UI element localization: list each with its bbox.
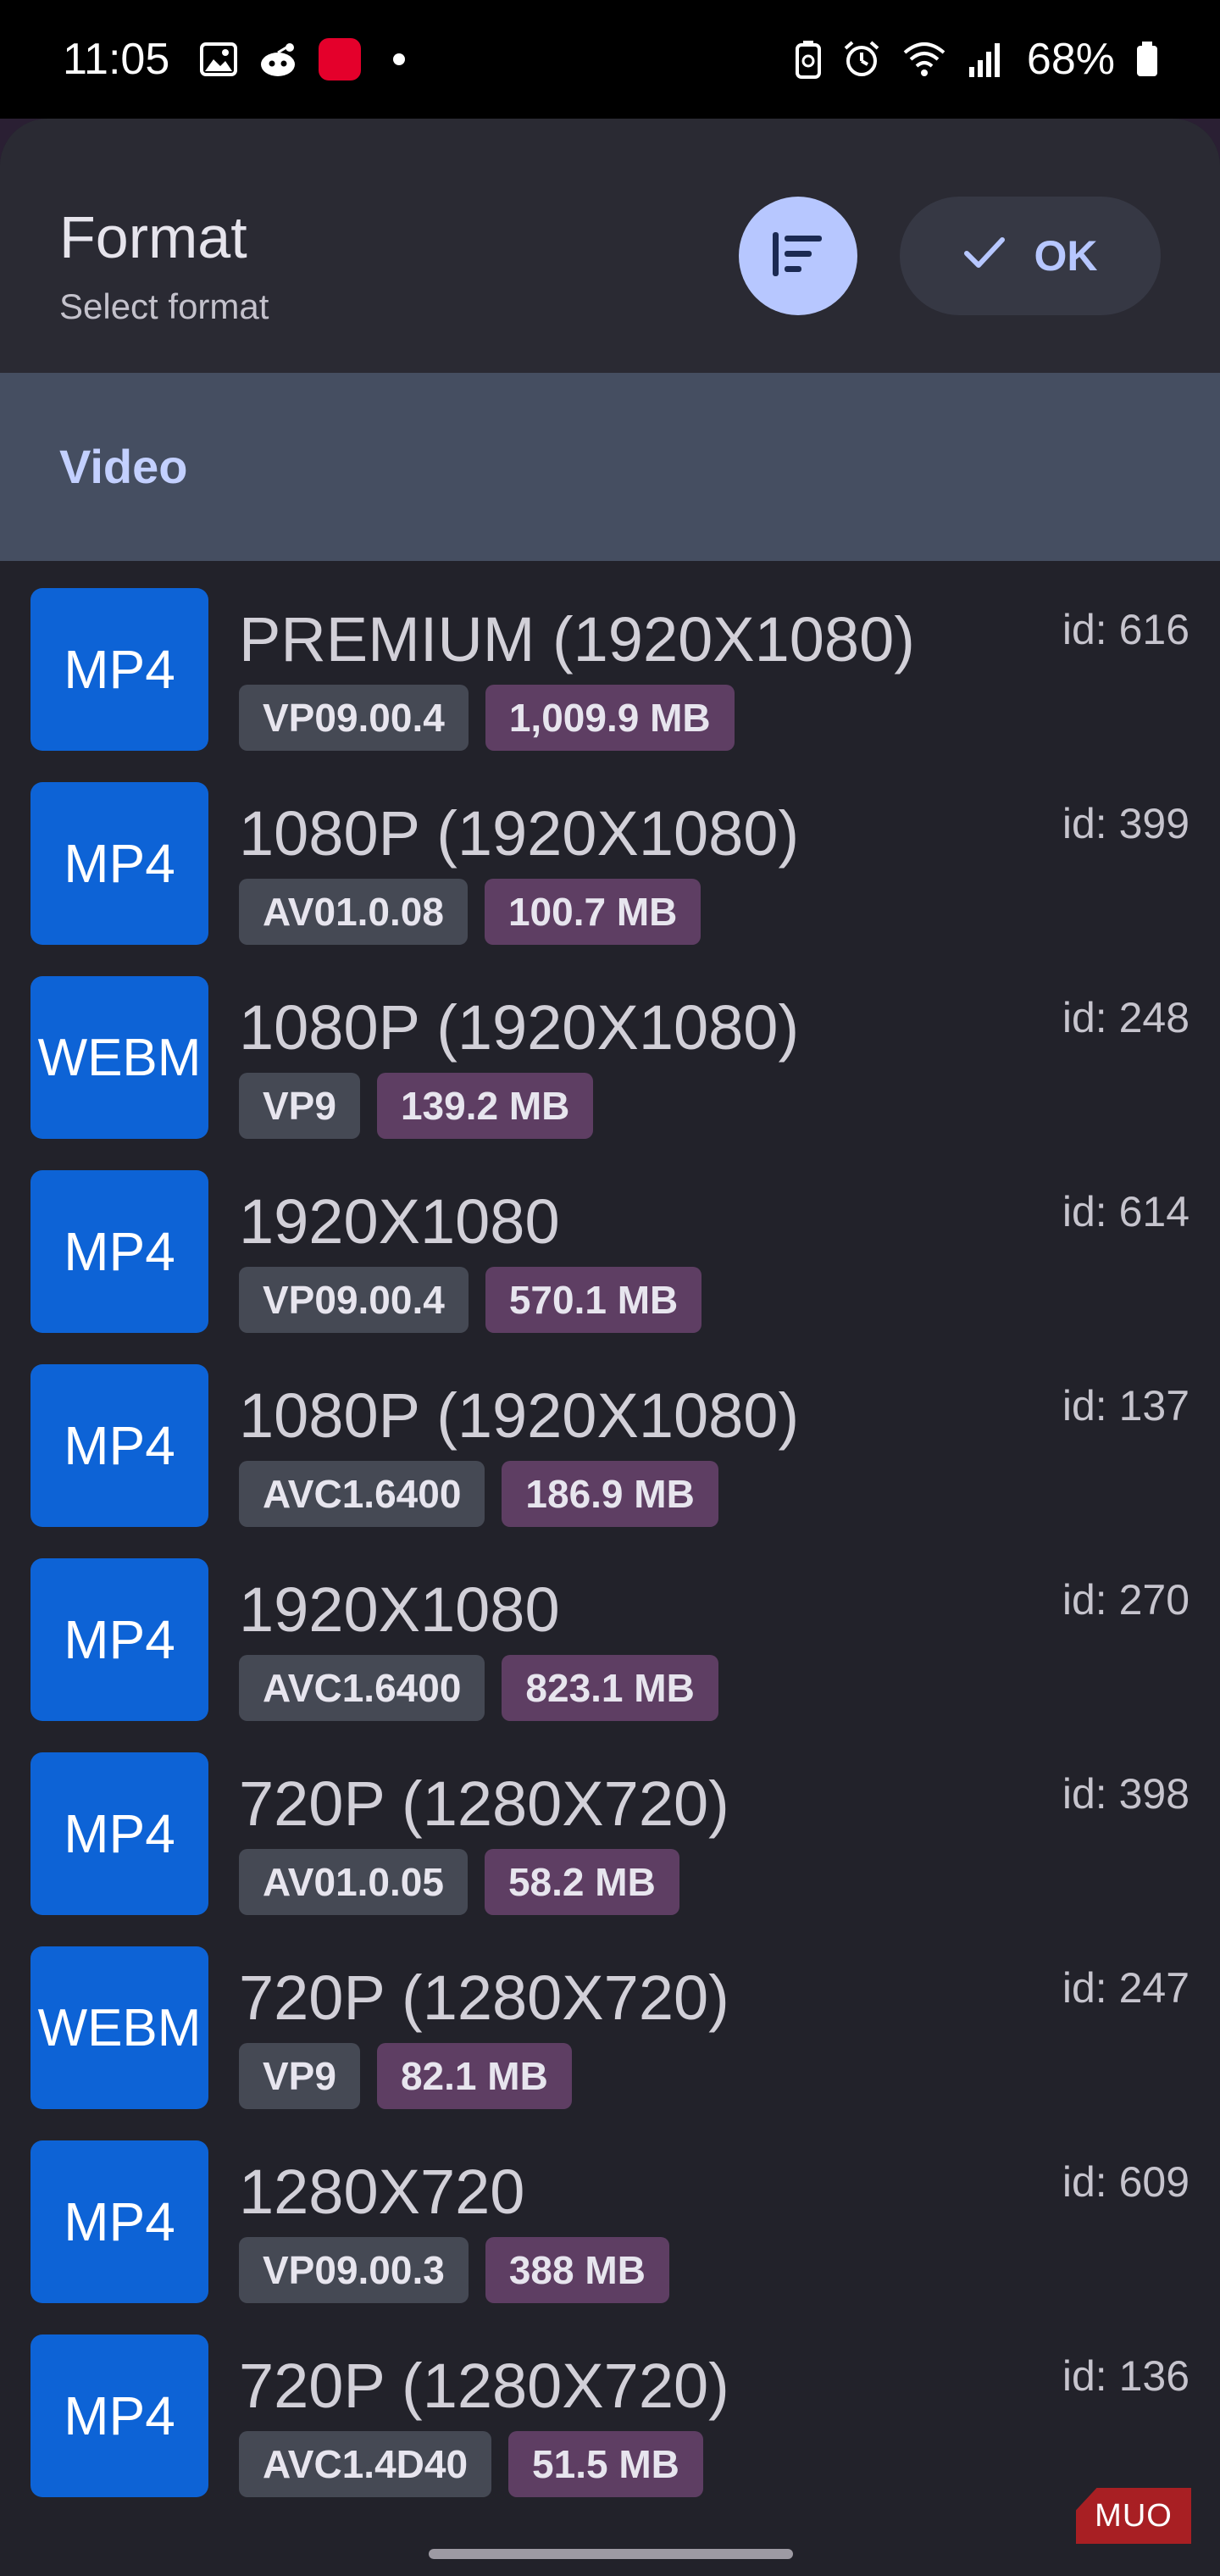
airtel-icon: [319, 38, 362, 80]
format-chips: VP9 82.1 MB: [239, 2043, 572, 2109]
format-row[interactable]: WEBM 720P (1280X720) VP9 82.1 MB id: 247: [0, 1919, 1220, 2113]
format-id: id: 247: [1062, 1964, 1190, 2012]
ok-label: OK: [1034, 232, 1098, 280]
format-chips: VP09.00.4 1,009.9 MB: [239, 685, 735, 751]
codec-chip: VP09.00.4: [239, 1267, 469, 1333]
home-indicator[interactable]: [429, 2549, 793, 2559]
format-row[interactable]: MP4 720P (1280X720) AV01.0.05 58.2 MB id: 39…: [0, 1725, 1220, 1919]
codec-chip: AVC1.6400: [239, 1461, 485, 1527]
sheet-header: Format Select format OK: [0, 119, 1220, 373]
container-badge: MP4: [30, 2140, 208, 2303]
codec-chip: AV01.0.08: [239, 879, 468, 945]
muo-watermark: MUO: [1076, 2488, 1191, 2544]
format-id: id: 137: [1062, 1382, 1190, 1430]
status-bar: 11:05 68%: [0, 0, 1220, 119]
container-badge: MP4: [30, 1752, 208, 1915]
size-chip: 100.7 MB: [484, 879, 702, 945]
format-chips: VP09.00.3 388 MB: [239, 2237, 669, 2303]
container-badge: MP4: [30, 1558, 208, 1721]
format-sheet: Format Select format OK Video MP4 PREMIUM…: [0, 119, 1220, 2576]
battery-icon: [1135, 41, 1159, 78]
format-resolution: 1280X720: [239, 2157, 525, 2227]
codec-chip: VP9: [239, 1073, 360, 1139]
format-row[interactable]: MP4 1080P (1920X1080) AVC1.6400 186.9 MB id:…: [0, 1337, 1220, 1531]
codec-chip: VP09.00.3: [239, 2237, 469, 2303]
format-row[interactable]: WEBM 1080P (1920X1080) VP9 139.2 MB id: 248: [0, 949, 1220, 1143]
size-chip: 51.5 MB: [508, 2431, 703, 2497]
sheet-subtitle: Select format: [59, 286, 269, 326]
size-chip: 570.1 MB: [485, 1267, 702, 1333]
size-chip: 82.1 MB: [376, 2043, 572, 2109]
format-chips: VP9 139.2 MB: [239, 1073, 594, 1139]
format-chips: AVC1.6400 186.9 MB: [239, 1461, 718, 1527]
format-resolution: 720P (1280X720): [239, 1963, 729, 2033]
container-badge: MP4: [30, 1364, 208, 1527]
container-badge: WEBM: [30, 1946, 208, 2109]
size-chip: 823.1 MB: [502, 1655, 718, 1721]
status-time: 11:05: [63, 35, 170, 84]
container-badge: MP4: [30, 1170, 208, 1333]
format-chips: VP09.00.4 570.1 MB: [239, 1267, 702, 1333]
status-bar-left: 11:05: [63, 34, 406, 85]
sort-button[interactable]: [739, 197, 857, 315]
codec-chip: AVC1.4D40: [239, 2431, 492, 2497]
format-resolution: PREMIUM (1920X1080): [239, 604, 915, 675]
more-notifications-dot: [393, 53, 406, 65]
format-id: id: 399: [1062, 800, 1190, 847]
signal-icon: [968, 42, 1001, 77]
format-chips: AVC1.4D40 51.5 MB: [239, 2431, 703, 2497]
codec-chip: VP9: [239, 2043, 360, 2109]
format-list: MP4 PREMIUM (1920X1080) VP09.00.4 1,009.9 M…: [0, 561, 1220, 2501]
size-chip: 1,009.9 MB: [485, 685, 735, 751]
format-id: id: 614: [1062, 1188, 1190, 1235]
section-label: Video: [59, 440, 188, 493]
format-id: id: 248: [1062, 994, 1190, 1041]
format-chips: AV01.0.05 58.2 MB: [239, 1849, 679, 1915]
gallery-icon: [200, 42, 238, 76]
format-row[interactable]: MP4 PREMIUM (1920X1080) VP09.00.4 1,009.9 M…: [0, 561, 1220, 755]
reddit-icon: [258, 41, 298, 78]
format-chips: AV01.0.08 100.7 MB: [239, 879, 702, 945]
format-resolution: 1080P (1920X1080): [239, 798, 800, 869]
container-badge: MP4: [30, 2334, 208, 2497]
format-chips: AVC1.6400 823.1 MB: [239, 1655, 718, 1721]
format-resolution: 1080P (1920X1080): [239, 992, 800, 1063]
format-resolution: 1080P (1920X1080): [239, 1380, 800, 1451]
format-id: id: 398: [1062, 1770, 1190, 1818]
size-chip: 186.9 MB: [502, 1461, 718, 1527]
wifi-icon: [901, 41, 947, 78]
ok-button[interactable]: OK: [900, 197, 1161, 315]
format-row[interactable]: MP4 1920X1080 AVC1.6400 823.1 MB id: 270: [0, 1531, 1220, 1725]
size-chip: 58.2 MB: [484, 1849, 679, 1915]
container-badge: MP4: [30, 588, 208, 751]
size-chip: 388 MB: [485, 2237, 669, 2303]
format-row[interactable]: MP4 720P (1280X720) AVC1.4D40 51.5 MB id: 13…: [0, 2307, 1220, 2501]
container-badge: MP4: [30, 782, 208, 945]
codec-chip: AVC1.6400: [239, 1655, 485, 1721]
sheet-title: Format: [59, 204, 247, 270]
check-icon: [963, 231, 1006, 280]
codec-chip: VP09.00.4: [239, 685, 469, 751]
battery-percent: 68%: [1026, 35, 1115, 84]
format-id: id: 616: [1062, 606, 1190, 653]
codec-chip: AV01.0.05: [239, 1849, 468, 1915]
format-resolution: 1920X1080: [239, 1186, 560, 1257]
section-header-video: Video: [0, 373, 1220, 561]
format-row[interactable]: MP4 1280X720 VP09.00.3 388 MB id: 609: [0, 2113, 1220, 2307]
battery-saver-icon: [795, 40, 822, 79]
format-row[interactable]: MP4 1920X1080 VP09.00.4 570.1 MB id: 614: [0, 1143, 1220, 1337]
alarm-icon: [842, 40, 881, 79]
format-resolution: 1920X1080: [239, 1574, 560, 1645]
sort-icon: [771, 230, 825, 282]
container-badge: WEBM: [30, 976, 208, 1139]
format-id: id: 270: [1062, 1576, 1190, 1624]
format-id: id: 609: [1062, 2158, 1190, 2206]
format-resolution: 720P (1280X720): [239, 1768, 729, 1839]
status-bar-right: 68%: [795, 34, 1159, 85]
format-row[interactable]: MP4 1080P (1920X1080) AV01.0.08 100.7 MB id:…: [0, 755, 1220, 949]
format-resolution: 720P (1280X720): [239, 2351, 729, 2421]
format-id: id: 136: [1062, 2352, 1190, 2400]
size-chip: 139.2 MB: [376, 1073, 594, 1139]
